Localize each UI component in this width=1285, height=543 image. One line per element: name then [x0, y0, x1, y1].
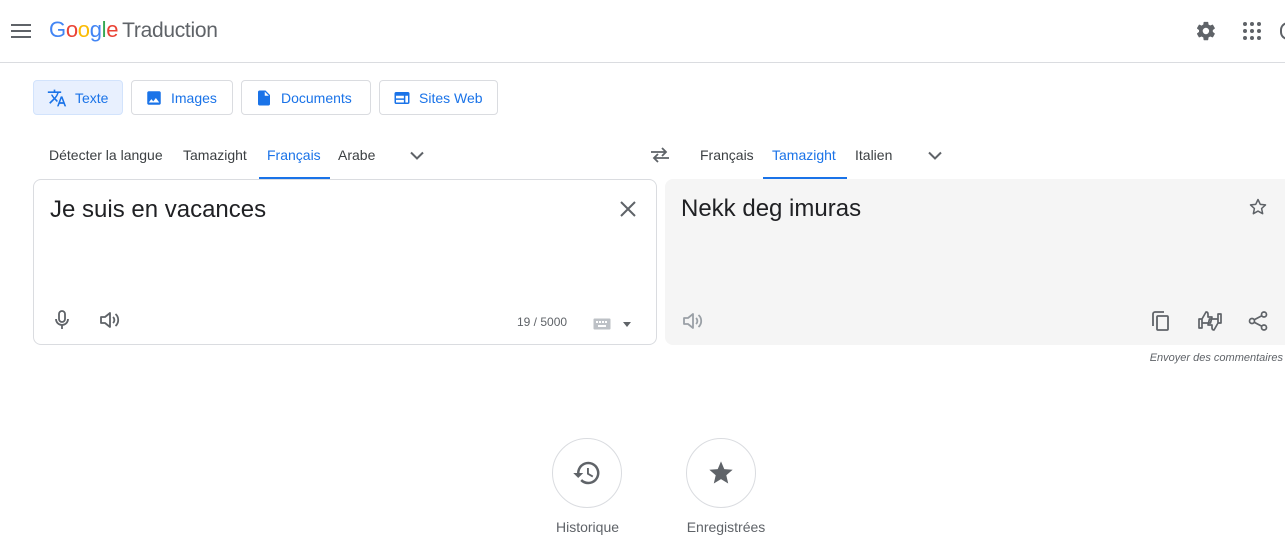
mode-documents-label: Documents [281, 89, 352, 106]
keyboard-icon[interactable] [592, 317, 612, 331]
target-lang-francais-tab[interactable]: Français [700, 131, 754, 179]
clear-source-close-icon[interactable] [616, 197, 640, 221]
account-avatar[interactable] [1280, 22, 1285, 40]
send-feedback-link[interactable]: Envoyer des commentaires [1150, 352, 1283, 364]
source-lang-detect-tab[interactable]: Détecter la langue [49, 131, 163, 179]
history-button[interactable] [552, 438, 622, 508]
source-lang-francais-tab[interactable]: Français [267, 131, 321, 179]
target-lang-tamazight-tab[interactable]: Tamazight [772, 131, 836, 179]
menu-icon[interactable] [8, 17, 34, 45]
image-icon [145, 89, 163, 107]
source-text-panel: Je suis en vacances 19 / 5000 [33, 179, 657, 345]
apps-grid-icon[interactable] [1238, 17, 1266, 45]
translate-icon [47, 88, 67, 108]
mode-documents-button[interactable]: Documents [241, 80, 371, 115]
history-icon [572, 458, 602, 488]
source-text-input[interactable]: Je suis en vacances [50, 196, 266, 224]
save-translation-star-icon[interactable] [1246, 195, 1270, 219]
mode-websites-button[interactable]: Sites Web [379, 80, 498, 115]
mode-websites-label: Sites Web [419, 89, 483, 106]
character-counter: 19 / 5000 [517, 315, 568, 329]
google-translate-logo[interactable]: Google Traduction [49, 17, 218, 43]
share-translation-icon[interactable] [1246, 309, 1270, 333]
mode-text-label: Texte [75, 89, 109, 106]
rate-translation-thumbs-icon[interactable] [1197, 309, 1223, 333]
source-listen-speaker-icon[interactable] [98, 308, 122, 332]
mode-text-button[interactable]: Texte [33, 80, 123, 115]
mode-images-label: Images [171, 89, 217, 106]
target-more-languages-chevron-down-icon[interactable] [925, 145, 945, 165]
star-icon [707, 459, 735, 487]
translation-output-panel: Nekk deg imuras [665, 179, 1285, 345]
input-tools-dropdown-icon[interactable] [620, 318, 634, 330]
history-label: Historique [555, 519, 620, 535]
document-icon [255, 89, 273, 107]
saved-label: Enregistrées [686, 519, 766, 535]
source-more-languages-chevron-down-icon[interactable] [407, 145, 427, 165]
top-app-bar: Google Traduction [0, 0, 1285, 63]
target-lang-italien-tab[interactable]: Italien [855, 131, 892, 179]
translation-output-text: Nekk deg imuras [681, 195, 862, 222]
mode-images-button[interactable]: Images [131, 80, 233, 115]
source-lang-tamazight-tab[interactable]: Tamazight [183, 131, 247, 179]
website-icon [393, 89, 411, 107]
source-lang-arabe-tab[interactable]: Arabe [338, 131, 375, 179]
settings-gear-icon[interactable] [1192, 17, 1220, 45]
copy-translation-icon[interactable] [1149, 309, 1173, 333]
target-listen-speaker-icon[interactable] [681, 309, 705, 333]
swap-languages-icon[interactable] [649, 144, 671, 166]
product-name: Traduction [122, 19, 218, 42]
microphone-icon[interactable] [50, 308, 74, 332]
saved-button[interactable] [686, 438, 756, 508]
